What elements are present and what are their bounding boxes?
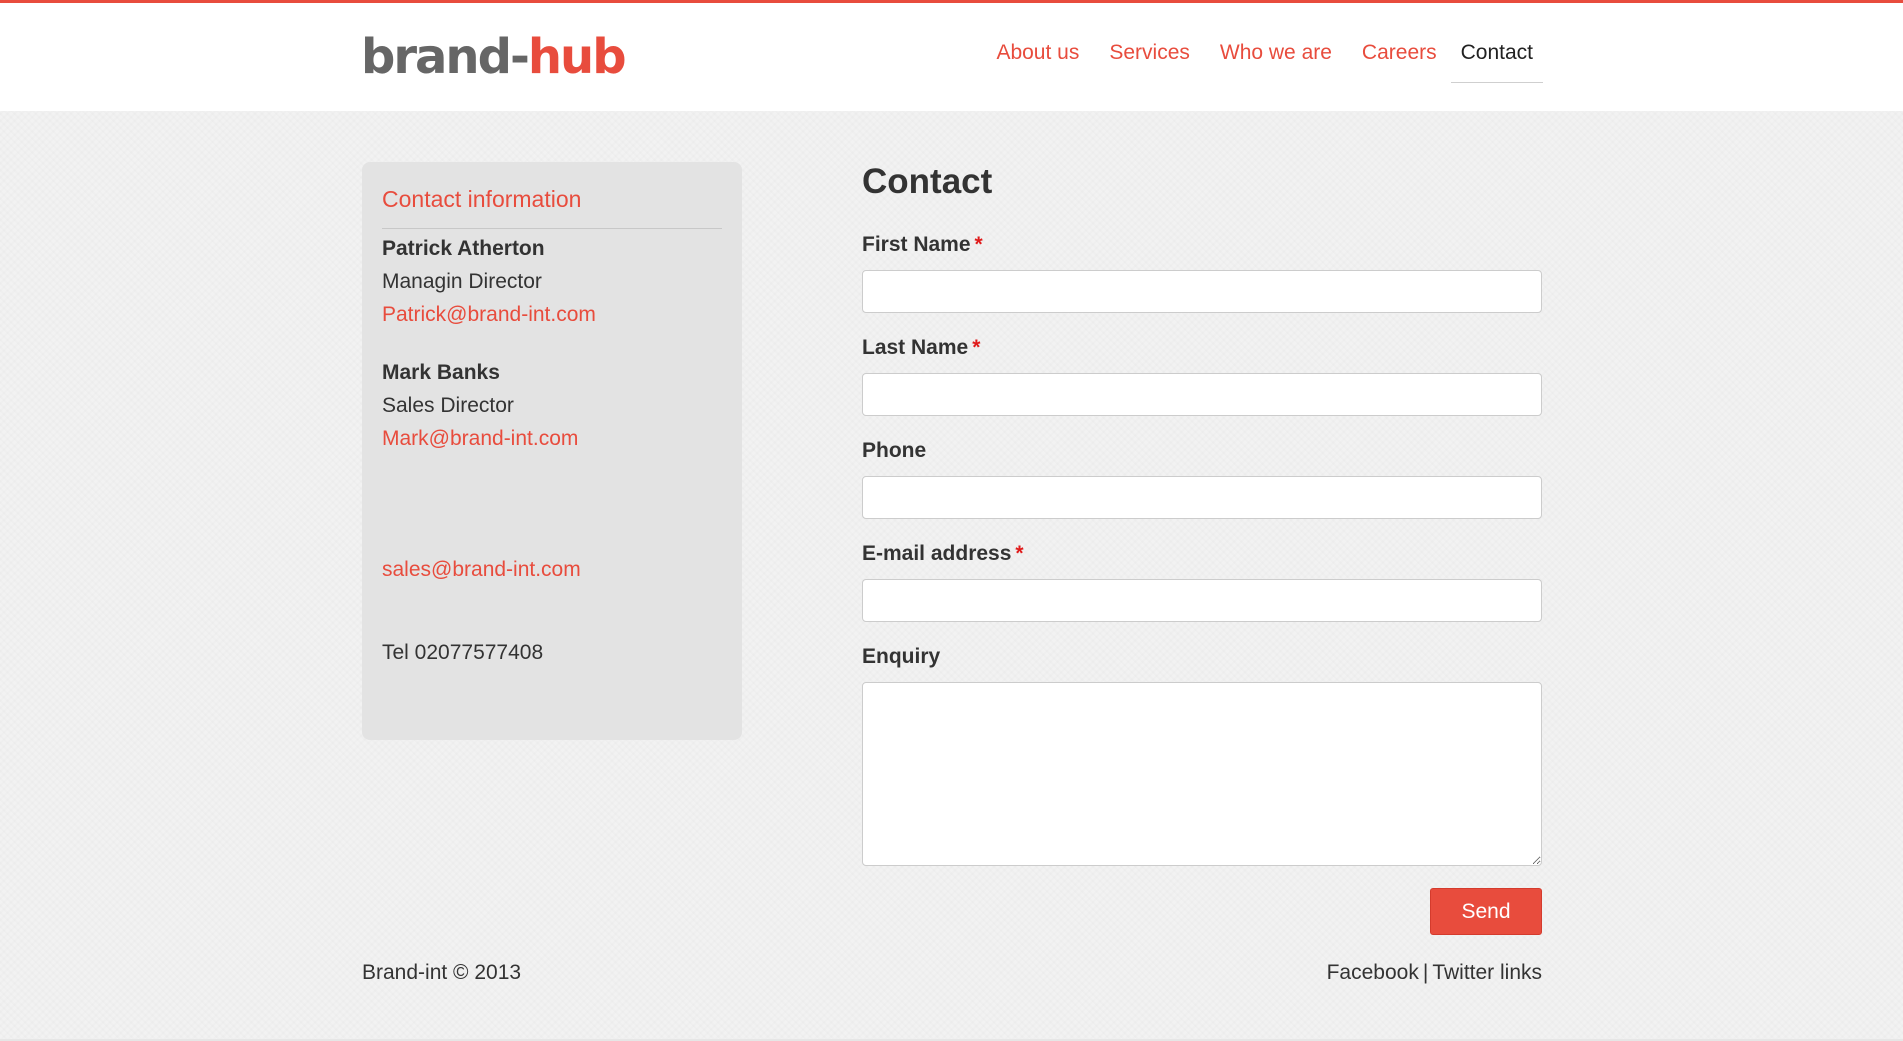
email-label-text: E-mail address xyxy=(862,542,1012,565)
send-button[interactable]: Send xyxy=(1430,888,1542,935)
required-marker: * xyxy=(974,233,983,256)
footer-copyright: Brand-int © 2013 xyxy=(362,961,522,984)
enquiry-textarea[interactable] xyxy=(862,682,1542,866)
required-marker: * xyxy=(1015,542,1024,565)
last-name-input[interactable] xyxy=(862,373,1542,416)
facebook-link[interactable]: Facebook xyxy=(1327,961,1419,984)
enquiry-label: Enquiry xyxy=(862,642,940,672)
nav-contact[interactable]: Contact xyxy=(1450,39,1543,83)
phone-input[interactable] xyxy=(862,476,1542,519)
contact-info-panel: Contact information Patrick Atherton Man… xyxy=(362,162,742,740)
contact-name: Patrick Atherton xyxy=(382,237,545,260)
general-email-block: sales@brand-int.com xyxy=(382,553,581,586)
logo-text-part1: brand- xyxy=(361,29,530,85)
last-name-label: Last Name * xyxy=(862,333,980,363)
main-nav: About us Services Who we are Careers Con… xyxy=(980,39,1543,83)
required-marker: * xyxy=(972,336,981,359)
contact-role: Managin Director xyxy=(382,270,542,293)
logo-text-part2: hub xyxy=(527,29,627,85)
email-label: E-mail address * xyxy=(862,539,1024,569)
enquiry-label-text: Enquiry xyxy=(862,645,941,668)
phone-label: Phone xyxy=(862,436,926,466)
contact-info-divider xyxy=(382,228,722,229)
contact-role: Sales Director xyxy=(382,394,514,417)
first-name-label: First Name * xyxy=(862,230,983,260)
contact-card-mark: Mark Banks Sales Director Mark@brand-int… xyxy=(382,356,578,455)
contact-info-title: Contact information xyxy=(382,186,582,212)
telephone-number: Tel 02077577408 xyxy=(382,641,544,664)
first-name-input[interactable] xyxy=(862,270,1542,313)
contact-card-patrick: Patrick Atherton Managin Director Patric… xyxy=(382,232,596,331)
nav-careers[interactable]: Careers xyxy=(1346,39,1451,81)
page-title: Contact xyxy=(862,162,993,201)
site-header: brand-hub About us Services Who we are C… xyxy=(0,3,1903,111)
last-name-label-text: Last Name xyxy=(862,336,969,359)
contact-email-link[interactable]: Patrick@brand-int.com xyxy=(382,303,596,326)
nav-about-us[interactable]: About us xyxy=(980,39,1093,81)
nav-services[interactable]: Services xyxy=(1093,39,1204,81)
first-name-label-text: First Name xyxy=(862,233,971,256)
sales-email-link[interactable]: sales@brand-int.com xyxy=(382,558,581,581)
email-input[interactable] xyxy=(862,579,1542,622)
nav-who-we-are[interactable]: Who we are xyxy=(1204,39,1346,81)
contact-email-link[interactable]: Mark@brand-int.com xyxy=(382,427,578,450)
contact-name: Mark Banks xyxy=(382,361,500,384)
footer-separator: | xyxy=(1422,961,1429,984)
phone-label-text: Phone xyxy=(862,439,927,462)
brand-logo[interactable]: brand-hub xyxy=(361,29,627,85)
footer-social-links: Facebook | Twitter links xyxy=(1327,958,1542,988)
twitter-link[interactable]: Twitter links xyxy=(1432,961,1542,984)
